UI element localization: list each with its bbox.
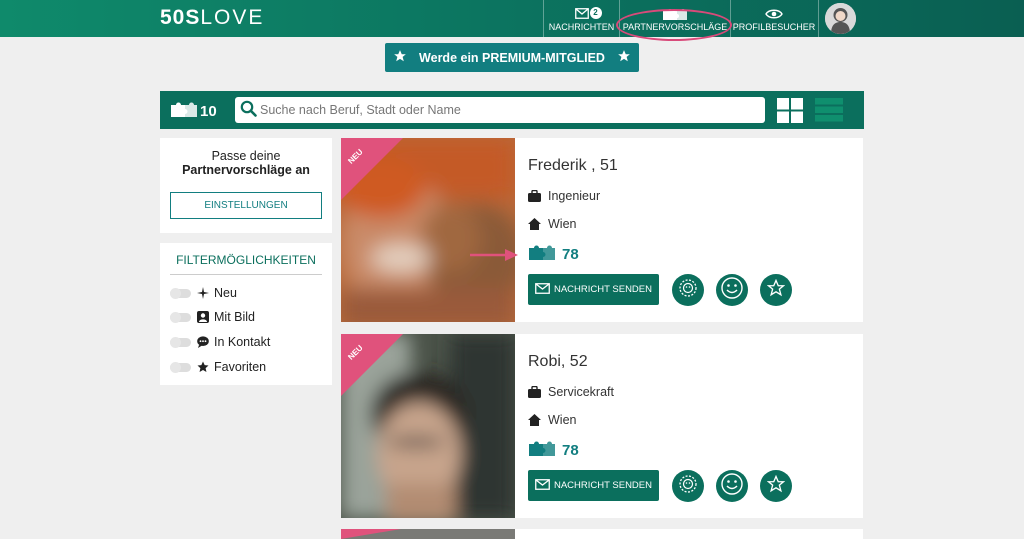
smile-icon <box>721 472 743 500</box>
icebreaker-button[interactable] <box>672 274 704 306</box>
eye-icon <box>765 6 783 22</box>
filter-toggle[interactable] <box>170 311 191 323</box>
job-label: Ingenieur <box>548 189 601 203</box>
send-message-button[interactable]: NACHRICHT SENDEN <box>528 274 659 305</box>
favorite-button[interactable] <box>760 274 792 306</box>
grid-view-icon[interactable] <box>777 98 803 123</box>
settings-panel: Passe deine Partnervorschläge an EINSTEL… <box>160 138 332 233</box>
match-score-value: 78 <box>562 245 579 263</box>
match-score: 78 <box>528 244 579 264</box>
icebreaker-button[interactable] <box>672 470 704 502</box>
match-score: 78 <box>528 440 579 460</box>
city-label: Wien <box>548 217 577 231</box>
puzzle-icon <box>528 440 556 460</box>
new-ribbon <box>341 334 403 396</box>
filter-toggle[interactable] <box>170 287 191 299</box>
arrow-annotation <box>469 248 519 267</box>
filter-toggle[interactable] <box>170 361 191 373</box>
profile-city: Wien <box>528 413 576 427</box>
profile-name[interactable]: Robi, 52 <box>528 353 588 371</box>
nav-label: NACHRICHTEN <box>548 21 615 32</box>
profile-name[interactable]: Frederik , 51 <box>528 157 618 175</box>
new-ribbon <box>341 138 403 200</box>
filter-mit-bild[interactable]: Mit Bild <box>170 310 255 324</box>
highlight-circle <box>616 9 732 41</box>
send-message-button[interactable]: NACHRICHT SENDEN <box>528 470 659 501</box>
briefcase-icon <box>528 386 541 398</box>
smile-button[interactable] <box>716 470 748 502</box>
puzzle-icon <box>170 101 198 121</box>
star-icon <box>766 474 786 498</box>
filter-label: In Kontakt <box>214 335 271 349</box>
search-icon <box>240 100 257 120</box>
chat-icon <box>197 336 209 348</box>
new-ribbon <box>341 529 401 539</box>
filter-in-kontakt[interactable]: In Kontakt <box>170 335 270 349</box>
send-message-label: NACHRICHT SENDEN <box>553 480 652 491</box>
top-navigation-bar: 50SLOVE 2 NACHRICHTEN PARTNERVORSCHLÄGE … <box>0 0 1024 37</box>
envelope-icon: 2 <box>574 6 602 22</box>
profile-photo[interactable]: NEU <box>341 138 515 322</box>
notification-badge: 2 <box>589 6 602 19</box>
lion-icon <box>678 474 698 499</box>
sparkle-icon <box>197 287 209 299</box>
profile-card[interactable]: NEU Frederik , 51 Ingenieur Wien 78 NACH… <box>341 138 863 322</box>
smile-icon <box>721 276 743 304</box>
search-bar: 10 Suche nach Beruf, Stadt oder Name <box>160 91 864 129</box>
star-icon <box>766 278 786 302</box>
profile-photo[interactable]: NEU <box>341 334 515 518</box>
smile-button[interactable] <box>716 274 748 306</box>
nav-item-nachrichten[interactable]: 2 NACHRICHTEN <box>544 0 619 37</box>
search-input[interactable]: Suche nach Beruf, Stadt oder Name <box>235 97 765 123</box>
nav-label: PROFILBESUCHER <box>732 21 816 32</box>
list-view-icon[interactable] <box>815 98 843 122</box>
settings-text: Passe deine <box>211 149 281 163</box>
star-icon <box>197 361 209 373</box>
portrait-icon <box>197 311 209 323</box>
profile-city: Wien <box>528 217 576 231</box>
logo[interactable]: 50SLOVE <box>160 6 264 30</box>
search-placeholder: Suche nach Beruf, Stadt oder Name <box>260 103 461 117</box>
star-icon <box>393 49 407 66</box>
home-icon <box>528 218 541 230</box>
filter-favoriten[interactable]: Favoriten <box>170 360 266 374</box>
profile-card[interactable]: NEU Robi, 52 Servicekraft Wien 78 NACHRI… <box>341 334 863 518</box>
job-label: Servicekraft <box>548 385 614 399</box>
profile-job: Servicekraft <box>528 385 614 399</box>
envelope-icon <box>535 478 550 493</box>
profile-job: Ingenieur <box>528 189 600 203</box>
lion-icon <box>678 278 698 303</box>
filter-label: Neu <box>214 286 237 300</box>
match-count-value: 10 <box>200 102 217 120</box>
profile-card[interactable] <box>341 529 863 539</box>
premium-button[interactable]: Werde ein PREMIUM-MITGLIED <box>385 43 639 72</box>
match-count: 10 <box>170 101 217 121</box>
home-icon <box>528 414 541 426</box>
avatar[interactable] <box>825 3 856 34</box>
nav-divider <box>818 0 819 37</box>
filters-title: FILTERMÖGLICHKEITEN <box>170 253 322 275</box>
settings-text-strong: Partnervorschläge an <box>182 163 310 177</box>
puzzle-icon <box>528 244 556 264</box>
star-icon <box>617 49 631 66</box>
filters-panel: FILTERMÖGLICHKEITEN Neu Mit Bild In Kont… <box>160 243 332 385</box>
send-message-label: NACHRICHT SENDEN <box>553 284 652 295</box>
briefcase-icon <box>528 190 541 202</box>
envelope-icon <box>535 282 550 297</box>
nav-item-profilbesucher[interactable]: PROFILBESUCHER <box>731 0 817 37</box>
city-label: Wien <box>548 413 577 427</box>
filter-label: Mit Bild <box>214 310 255 324</box>
premium-label: Werde ein PREMIUM-MITGLIED <box>419 50 605 65</box>
filter-label: Favoriten <box>214 360 267 374</box>
filter-toggle[interactable] <box>170 336 191 348</box>
favorite-button[interactable] <box>760 470 792 502</box>
match-score-value: 78 <box>562 441 579 459</box>
filter-neu[interactable]: Neu <box>170 286 237 300</box>
settings-button[interactable]: EINSTELLUNGEN <box>170 192 322 219</box>
